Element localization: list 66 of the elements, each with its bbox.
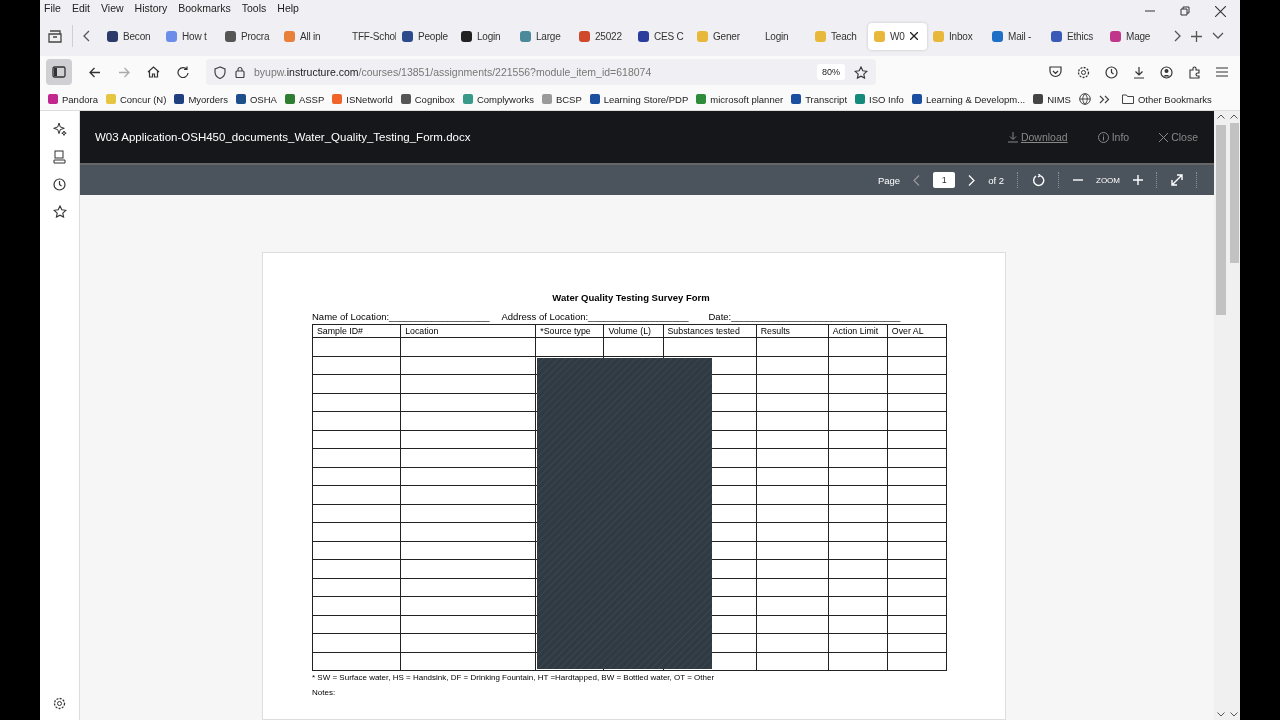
- bookmark-item[interactable]: Pandora: [48, 93, 98, 105]
- bookmark-item[interactable]: ASSP: [284, 93, 325, 105]
- browser-tab[interactable]: Ethics: [1045, 22, 1104, 50]
- menu-item[interactable]: Help: [277, 2, 299, 14]
- browser-tab[interactable]: Mage: [1104, 22, 1163, 50]
- bookmark-item[interactable]: Myorders: [174, 93, 228, 105]
- bookmark-item[interactable]: ISNetworld: [332, 93, 393, 105]
- form-field-label: Name of Location:___________________: [312, 311, 490, 322]
- menu-item[interactable]: Bookmarks: [178, 2, 231, 14]
- browser-tab[interactable]: Login: [750, 22, 809, 50]
- viewer-action-link[interactable]: Info: [1097, 131, 1130, 143]
- bookmark-item[interactable]: microsoft planner: [696, 93, 784, 105]
- browser-tab[interactable]: Mail -: [986, 22, 1045, 50]
- menu-item[interactable]: File: [44, 2, 61, 14]
- browser-tab[interactable]: How t: [160, 22, 219, 50]
- browser-tab[interactable]: All in: [278, 22, 337, 50]
- browser-tab[interactable]: 25022: [573, 22, 632, 50]
- bookmark-item[interactable]: Transcript: [791, 93, 848, 105]
- column-header: Sample ID#: [312, 324, 401, 338]
- menu-item[interactable]: View: [101, 2, 124, 14]
- browser-tab[interactable]: Teach: [809, 22, 868, 50]
- url-text: byupw.instructure.com/courses/13851/assignments/221556?module_item_id=618074: [254, 66, 653, 78]
- browser-tab[interactable]: CES C: [632, 22, 691, 50]
- browser-tab[interactable]: Login: [455, 22, 514, 50]
- bookmark-item[interactable]: Learning Store/PDP: [589, 93, 689, 105]
- column-header: Volume (L): [603, 324, 663, 338]
- zoom-label: ZOOM: [1096, 175, 1120, 185]
- menu-item[interactable]: Tools: [241, 2, 267, 14]
- bookmark-item[interactable]: Complyworks: [462, 93, 534, 105]
- zoom-level-badge[interactable]: 80%: [817, 64, 845, 80]
- column-header: Location: [400, 324, 536, 338]
- menu-item[interactable]: Edit: [71, 2, 90, 14]
- column-header: Results: [756, 324, 829, 338]
- column-header: Substances tested: [663, 324, 757, 338]
- column-header: Over AL: [887, 324, 947, 338]
- browser-tab[interactable]: People: [396, 22, 455, 50]
- browser-tab[interactable]: Procra: [219, 22, 278, 50]
- bookmark-item[interactable]: ISO Info: [855, 93, 904, 105]
- browser-tab[interactable]: Large: [514, 22, 573, 50]
- browser-tab[interactable]: Inbox: [927, 22, 986, 50]
- bookmark-item[interactable]: BCSP: [541, 93, 582, 105]
- column-header: Action Limit: [828, 324, 888, 338]
- document-title: W03 Application-OSH450_documents_Water_Quality_Testing_Form.docx: [95, 131, 471, 143]
- page-total: of 2: [988, 174, 1004, 186]
- browser-tab[interactable]: Becon: [101, 22, 160, 50]
- form-field-label: Address of Location:___________________: [501, 311, 689, 322]
- form-title: Water Quality Testing Survey Form: [551, 292, 711, 303]
- bookmark-item[interactable]: Concur (N): [105, 93, 167, 105]
- address-field[interactable]: byupw.instructure.com/courses/13851/assignments/221556?module_item_id=618074 80%: [206, 59, 876, 85]
- viewer-action-link[interactable]: Download: [1007, 131, 1068, 143]
- bookmark-item[interactable]: OSHA: [235, 93, 277, 105]
- notes-label: Notes:: [312, 688, 337, 698]
- bookmark-item[interactable]: NIMS: [1033, 93, 1071, 105]
- column-header: *Source type: [535, 324, 604, 338]
- footnote: * SW = Surface water, HS = Handsink, DF = Drinking Fountain, HT =Hardtapped, BW = Bottled water, OT = Other: [312, 673, 716, 682]
- browser-tab[interactable]: TFF-Schol: [337, 22, 396, 50]
- menu-item[interactable]: History: [134, 2, 168, 14]
- bookmark-item[interactable]: Other Bookmarks: [1121, 93, 1212, 105]
- bookmark-item[interactable]: Learning & Developm...: [911, 93, 1026, 105]
- bookmark-item[interactable]: Cognibox: [400, 93, 455, 105]
- page-label: Page: [877, 174, 901, 186]
- viewer-action-link[interactable]: Close: [1159, 131, 1198, 143]
- browser-tab[interactable]: W0: [868, 22, 927, 50]
- page-number-field[interactable]: 1: [933, 172, 956, 188]
- form-field-label: Date:________________________________: [708, 311, 901, 322]
- browser-tab[interactable]: Gener: [691, 22, 750, 50]
